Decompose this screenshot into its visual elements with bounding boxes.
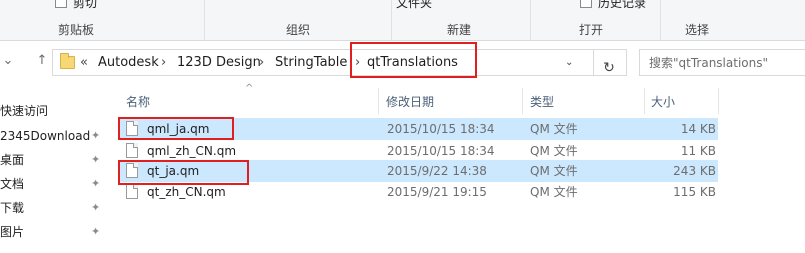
ribbon-cut-button[interactable]: 剪切 — [55, 0, 97, 11]
file-icon — [126, 143, 138, 158]
sidebar-item-quick-access[interactable]: 快速访问 — [0, 99, 108, 123]
sidebar-item-downloads[interactable]: 下载 ✦ — [0, 196, 108, 220]
sidebar-item-documents[interactable]: 文档 ✦ — [0, 172, 108, 196]
sidebar-item-label: 图片 — [0, 225, 25, 239]
address-bar[interactable]: « Autodesk › 123D Design › StringTable ›… — [52, 49, 627, 76]
recent-locations-chevron-icon[interactable]: ⌄ — [0, 53, 16, 69]
group-divider — [391, 0, 392, 40]
file-type: QM 文件 — [530, 144, 578, 158]
file-date: 2015/10/15 18:34 — [387, 144, 495, 158]
ribbon-history-label: 历史记录 — [598, 0, 647, 10]
column-header-date[interactable]: 修改日期 — [386, 92, 434, 112]
ribbon-folder-label: 文件夹 — [396, 0, 433, 10]
file-row[interactable]: qt_ja.qm 2015/9/22 14:38 QM 文件 243 KB — [120, 160, 718, 182]
breadcrumb-item-123d-design[interactable]: 123D Design — [177, 54, 261, 72]
column-divider[interactable] — [378, 88, 379, 114]
file-type: QM 文件 — [530, 185, 578, 199]
file-row[interactable]: qml_ja.qm 2015/10/15 18:34 QM 文件 14 KB — [120, 118, 718, 140]
history-icon — [580, 0, 592, 8]
file-row[interactable]: qml_zh_CN.qm 2015/10/15 18:34 QM 文件 11 K… — [120, 140, 718, 162]
file-date: 2015/9/21 19:15 — [387, 185, 487, 199]
file-name: qml_zh_CN.qm — [147, 144, 237, 158]
breadcrumb-overflow[interactable]: « — [80, 54, 88, 72]
group-divider — [530, 0, 531, 40]
address-divider — [593, 49, 594, 76]
column-header-name[interactable]: 名称 — [126, 92, 150, 112]
search-box[interactable] — [639, 49, 805, 76]
file-size: 115 KB — [673, 185, 716, 199]
ribbon-folder-button[interactable]: 文件夹 — [396, 0, 432, 11]
file-date: 2015/10/15 18:34 — [387, 122, 495, 136]
file-name: qt_ja.qm — [147, 164, 200, 178]
file-icon — [126, 184, 138, 199]
sidebar-item-pictures[interactable]: 图片 ✦ — [0, 220, 108, 244]
ribbon-cut-label: 剪切 — [73, 0, 98, 10]
file-type: QM 文件 — [530, 122, 578, 136]
address-history-chevron-icon[interactable]: ⌄ — [565, 57, 573, 68]
breadcrumb-item-qttranslations[interactable]: qtTranslations — [367, 54, 458, 72]
navigation-bar: ⌄ ↑ « Autodesk › 123D Design › StringTab… — [0, 41, 805, 84]
group-divider — [204, 0, 205, 40]
sidebar-item-label: 桌面 — [0, 153, 25, 167]
sidebar-item-label: 下载 — [0, 201, 25, 215]
group-divider — [660, 0, 661, 40]
group-label-organize: 组织 — [286, 23, 311, 37]
file-list: ^ 名称 修改日期 类型 大小 qml_ja.qm 2015/10/15 18:… — [108, 83, 805, 253]
breadcrumb-item-stringtable[interactable]: StringTable — [275, 54, 347, 72]
sidebar-item-label: 2345Download — [0, 129, 91, 143]
pin-icon: ✦ — [91, 153, 101, 166]
column-header-size[interactable]: 大小 — [651, 92, 675, 112]
ribbon-history-button[interactable]: 历史记录 — [580, 0, 646, 11]
pin-icon: ✦ — [91, 129, 101, 142]
file-icon — [126, 121, 138, 136]
sort-ascending-icon: ^ — [245, 83, 254, 94]
breadcrumb-item-autodesk[interactable]: Autodesk — [98, 54, 159, 72]
file-size: 11 KB — [680, 144, 716, 158]
group-label-new: 新建 — [447, 23, 472, 37]
ribbon: 剪切 文件夹 历史记录 剪贴板 组织 新建 打开 选择 — [0, 0, 805, 41]
scissors-icon — [55, 0, 67, 8]
group-label-clipboard: 剪贴板 — [58, 23, 95, 37]
sidebar-item-2345download[interactable]: 2345Download ✦ — [0, 124, 108, 148]
file-date: 2015/9/22 14:38 — [387, 164, 487, 178]
file-name: qt_zh_CN.qm — [147, 185, 226, 199]
file-size: 243 KB — [673, 164, 716, 178]
pin-icon: ✦ — [91, 225, 101, 238]
breadcrumb-separator-icon[interactable]: › — [161, 54, 166, 72]
column-divider[interactable] — [644, 88, 645, 114]
file-type: QM 文件 — [530, 164, 578, 178]
up-arrow-icon[interactable]: ↑ — [34, 53, 50, 69]
navigation-pane: 快速访问 2345Download ✦ 桌面 ✦ 文档 ✦ 下载 ✦ 图片 ✦ — [0, 84, 108, 253]
file-size: 14 KB — [680, 122, 716, 136]
file-icon — [126, 163, 138, 178]
refresh-icon[interactable]: ↻ — [598, 57, 620, 79]
file-row[interactable]: qt_zh_CN.qm 2015/9/21 19:15 QM 文件 115 KB — [120, 181, 718, 203]
breadcrumb-separator-icon[interactable]: › — [355, 54, 360, 72]
column-divider[interactable] — [522, 88, 523, 114]
breadcrumb-separator-icon[interactable]: › — [259, 54, 264, 72]
search-input[interactable] — [640, 50, 800, 75]
folder-icon — [60, 53, 75, 69]
pin-icon: ✦ — [91, 177, 101, 190]
sidebar-item-label: 文档 — [0, 177, 25, 191]
pin-icon: ✦ — [91, 201, 101, 214]
sidebar-item-desktop[interactable]: 桌面 ✦ — [0, 148, 108, 172]
column-header-type[interactable]: 类型 — [530, 92, 554, 112]
column-divider[interactable] — [718, 88, 719, 114]
group-label-select: 选择 — [685, 23, 710, 37]
group-label-open: 打开 — [579, 23, 604, 37]
sidebar-item-label: 快速访问 — [0, 104, 49, 118]
file-name: qml_ja.qm — [147, 122, 210, 136]
